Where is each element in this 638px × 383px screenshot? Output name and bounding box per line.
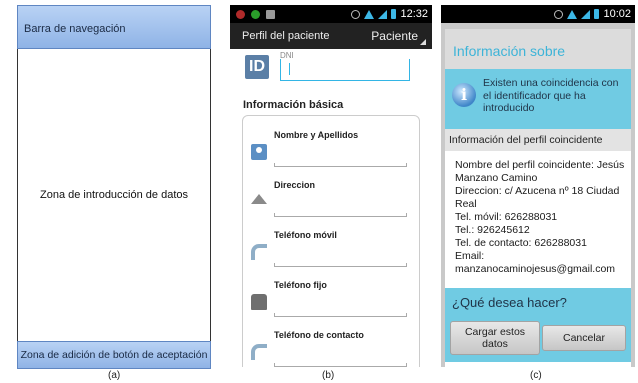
dialog-title: Información sobre [445, 29, 631, 69]
cancel-button[interactable]: Cancelar [542, 325, 626, 351]
status-bar: 10:02 [441, 5, 635, 23]
person-icon [251, 144, 267, 160]
action-bar: Perfil del paciente Paciente [230, 23, 432, 49]
alarm-icon [554, 9, 564, 19]
alarm-icon [351, 9, 361, 19]
contact-phone-input[interactable] [274, 363, 407, 367]
status-bar: 12:32 [230, 5, 432, 23]
data-entry-zone: Zona de introducción de datos [17, 49, 211, 341]
question-bar: ¿Qué desea hacer? [445, 288, 631, 316]
profile-line: Tel. móvil: 626288031 [455, 211, 558, 223]
dialog-message-text: Existen una coincidencia con el identifi… [483, 77, 619, 114]
field-landline-label: Teléfono fijo [274, 280, 327, 290]
field-landline: Teléfono fijo [251, 270, 411, 320]
profile-details: Nombre del perfil coincidente: Jesús Man… [445, 151, 631, 288]
action-bar-title: Perfil del paciente [242, 30, 330, 42]
phone-icon [251, 244, 267, 260]
profile-line: Nombre del perfil coincidente: Jesús Man… [455, 159, 625, 184]
navigation-bar-label: Barra de navegación [24, 23, 126, 35]
basic-info-card: Nombre y Apellidos Direccion Teléfono mó… [242, 115, 420, 367]
signal-icon [378, 9, 388, 19]
profile-line: Email: manzanocaminojesus@gmail.com [455, 250, 616, 275]
profile-line: Tel.: 926245612 [455, 224, 530, 236]
accept-button-zone: Zona de adición de botón de aceptación [17, 341, 211, 369]
layout-wireframe: Barra de navegación Zona de introducción… [17, 5, 211, 369]
app-icon [251, 9, 260, 19]
wifi-icon [364, 9, 375, 19]
phone-icon [251, 344, 267, 360]
profile-header: Información del perfil coincidente [445, 129, 631, 151]
wifi-icon [567, 9, 578, 19]
match-dialog: Información sobre i Existen una coincide… [445, 29, 631, 367]
landline-input[interactable] [274, 313, 407, 317]
mobile-input[interactable] [274, 263, 407, 267]
accept-button-zone-label: Zona de adición de botón de aceptación [20, 349, 208, 361]
signal-icon [581, 9, 591, 19]
field-name: Nombre y Apellidos [251, 120, 411, 170]
data-entry-zone-label: Zona de introducción de datos [40, 189, 188, 201]
match-dialog-screen: 10:02 Información sobre i Existen una co… [441, 5, 635, 367]
name-input[interactable] [274, 163, 407, 167]
field-contact-phone-label: Teléfono de contacto [274, 330, 364, 340]
info-icon: i [452, 83, 476, 107]
field-contact-phone: Teléfono de contacto [251, 320, 411, 367]
dialog-message: i Existen una coincidencia con el identi… [445, 69, 631, 129]
caption-c: (c) [530, 370, 542, 381]
address-input[interactable] [274, 213, 407, 217]
status-time: 12:32 [400, 8, 428, 20]
notification-icon [236, 9, 245, 19]
shield-icon [266, 9, 275, 19]
field-address-label: Direccion [274, 180, 316, 190]
status-time: 10:02 [603, 8, 631, 20]
field-mobile-label: Teléfono móvil [274, 230, 337, 240]
home-icon [251, 194, 267, 204]
profile-line: Tel. de contacto: 626288031 [455, 237, 587, 249]
dni-input[interactable] [280, 59, 410, 81]
battery-icon [594, 9, 600, 19]
field-mobile: Teléfono móvil [251, 220, 411, 270]
id-card-icon: ID [245, 55, 269, 79]
dni-row: ID DNI [242, 49, 420, 99]
patient-profile-screen: 12:32 Perfil del paciente Paciente ID DN… [230, 5, 432, 367]
patient-spinner[interactable]: Paciente [371, 29, 426, 45]
navigation-bar-zone: Barra de navegación [17, 5, 211, 49]
caption-b: (b) [322, 370, 335, 381]
load-data-button[interactable]: Cargar estos datos [450, 321, 540, 355]
dialog-buttons: Cargar estos datos Cancelar [445, 316, 631, 362]
field-address: Direccion [251, 170, 411, 220]
profile-line: Direccion: c/ Azucena nº 18 Ciudad Real [455, 185, 620, 210]
form-content: ID DNI Información básica Nombre y Apell… [230, 49, 432, 367]
basic-info-title: Información básica [243, 99, 344, 111]
field-name-label: Nombre y Apellidos [274, 130, 359, 140]
landline-icon [251, 294, 267, 310]
caption-a: (a) [108, 370, 121, 381]
battery-icon [391, 9, 397, 19]
